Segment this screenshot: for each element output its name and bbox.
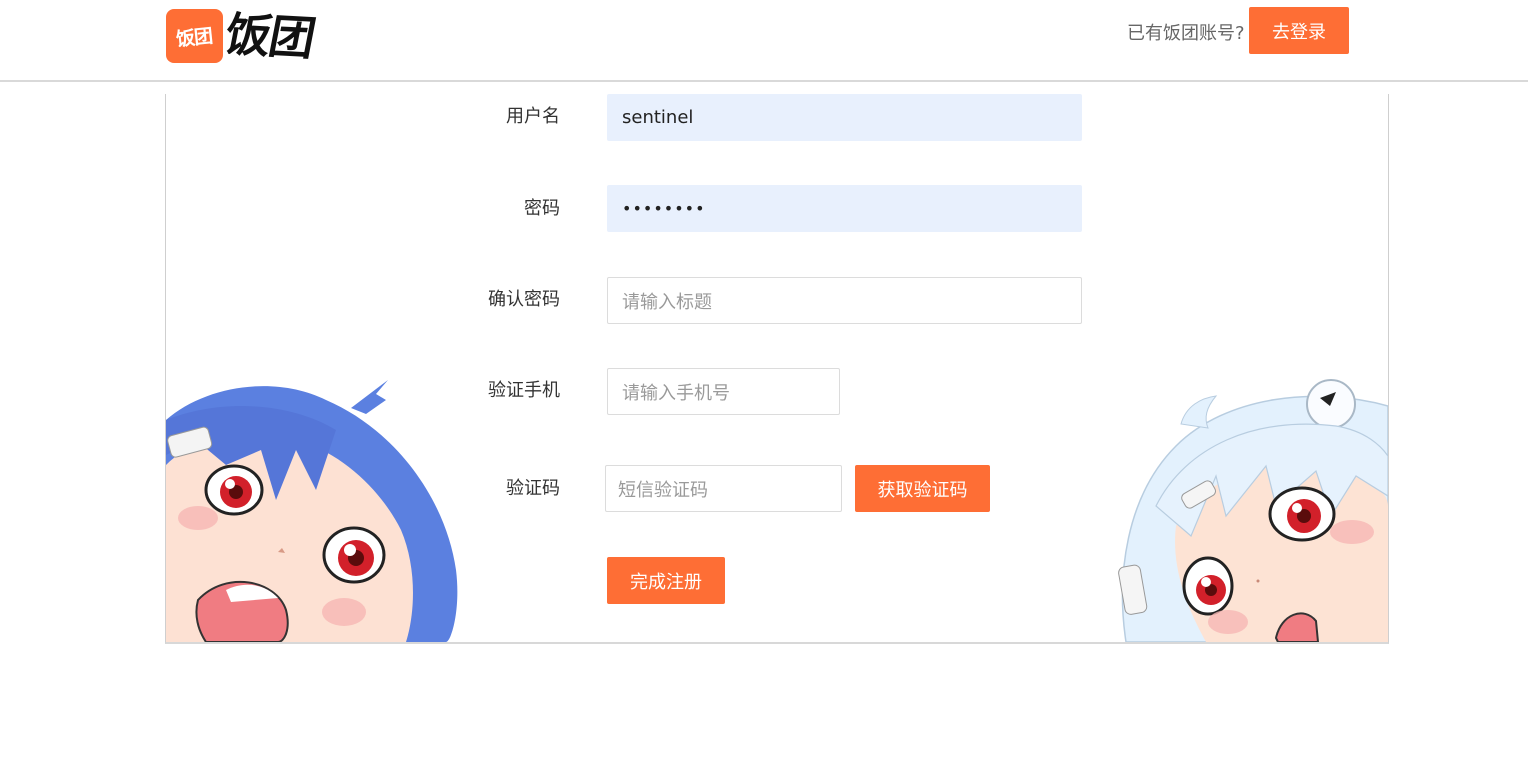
- password-label: 密码: [524, 198, 560, 219]
- phone-label: 验证手机: [488, 380, 560, 401]
- username-input[interactable]: sentinel: [607, 94, 1082, 141]
- sms-code-input[interactable]: 短信验证码: [605, 465, 842, 512]
- phone-input[interactable]: 请输入手机号: [607, 368, 840, 415]
- left-character-illustration: [166, 380, 458, 642]
- get-sms-code-button[interactable]: 获取验证码: [855, 465, 990, 512]
- logo-badge-text: 饭团: [175, 24, 214, 51]
- go-login-button[interactable]: 去登录: [1249, 7, 1349, 54]
- password-input[interactable]: ••••••••: [607, 185, 1082, 232]
- confirm-password-label: 确认密码: [488, 289, 560, 310]
- top-header: 饭团 饭团 已有饭团账号? 去登录: [0, 0, 1528, 82]
- complete-register-button[interactable]: 完成注册: [607, 557, 725, 604]
- sms-code-label: 验证码: [506, 478, 560, 499]
- logo-badge-icon[interactable]: 饭团: [166, 9, 223, 63]
- register-card: 用户名 sentinel 密码 •••••••• 确认密码 请输入标题 验证手机…: [165, 94, 1389, 644]
- username-label: 用户名: [506, 106, 560, 127]
- have-account-text: 已有饭团账号?: [1127, 23, 1245, 44]
- logo-wordmark[interactable]: 饭团: [220, 4, 319, 69]
- confirm-password-input[interactable]: 请输入标题: [607, 277, 1082, 324]
- right-character-illustration: [1118, 379, 1388, 642]
